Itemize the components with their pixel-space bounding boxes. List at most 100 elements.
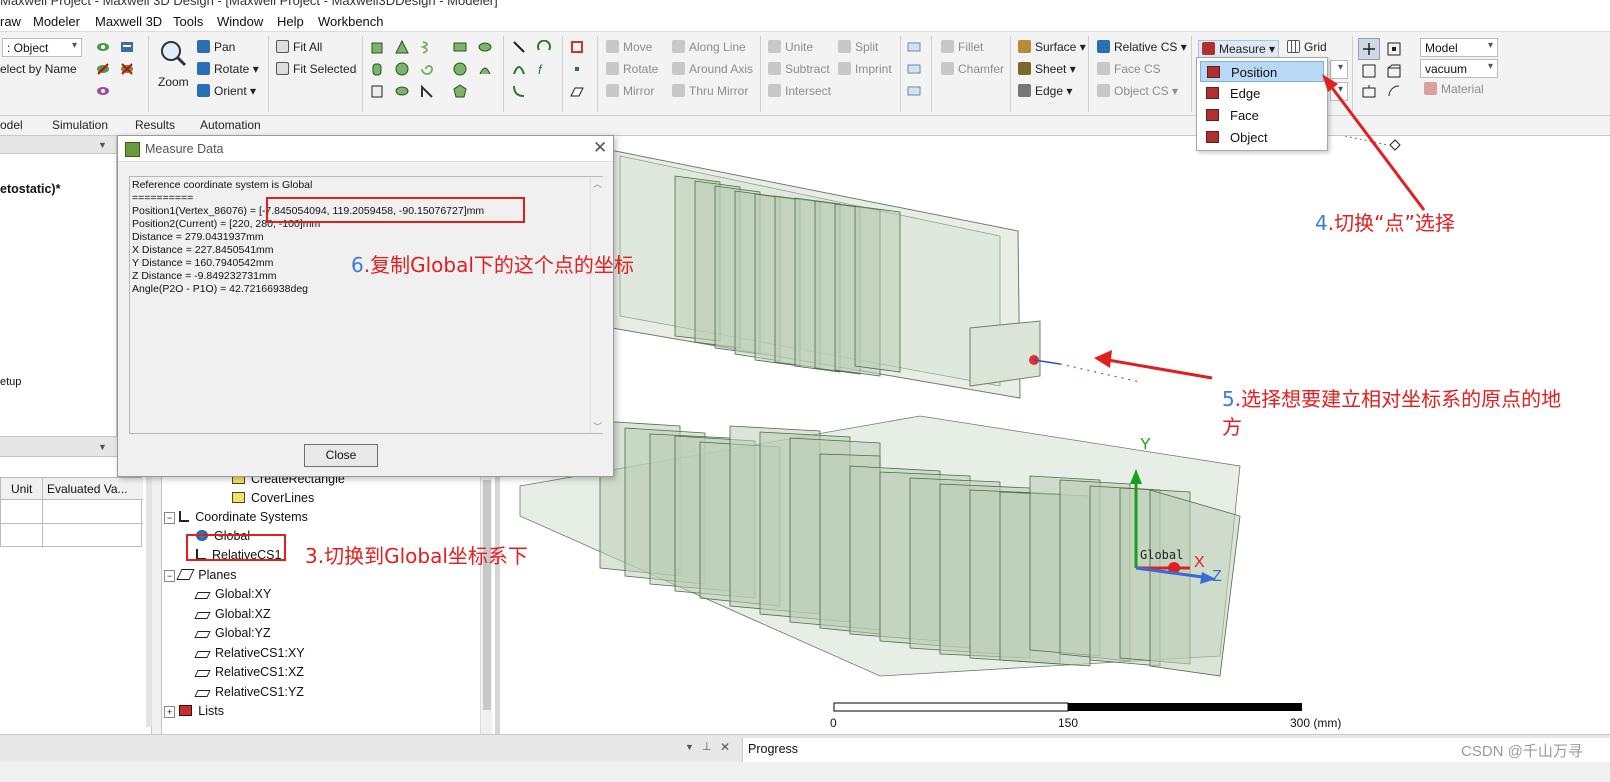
tab-automation[interactable]: Automation bbox=[200, 118, 261, 132]
rotate-view-button[interactable]: Rotate ▾ bbox=[197, 62, 259, 76]
model-combo[interactable]: Model bbox=[1420, 38, 1498, 57]
menu-modeler[interactable]: Modeler bbox=[33, 14, 80, 29]
menu-workbench[interactable]: Workbench bbox=[318, 14, 384, 29]
ellipse-icon[interactable] bbox=[478, 40, 492, 54]
measure-object-item[interactable]: Object bbox=[1200, 127, 1324, 148]
cone-icon[interactable] bbox=[395, 40, 409, 54]
measure-edge-item[interactable]: Edge bbox=[1200, 83, 1324, 104]
show-all-icon[interactable] bbox=[120, 40, 134, 54]
measure-position-item[interactable]: Position bbox=[1200, 61, 1324, 82]
select-mode-combo[interactable]: : Object bbox=[2, 38, 82, 57]
chamfer-button[interactable]: Chamfer bbox=[941, 62, 1004, 76]
pin-icon[interactable]: ⊥ bbox=[702, 740, 712, 753]
measure-button[interactable]: Measure ▾ bbox=[1198, 40, 1280, 58]
project-design-label[interactable]: etostatic)* bbox=[0, 182, 60, 196]
region-icon[interactable] bbox=[570, 40, 584, 54]
dialog-close-icon[interactable]: ✕ bbox=[593, 138, 607, 158]
pan-button[interactable]: Pan bbox=[197, 40, 235, 54]
grid-combo[interactable] bbox=[1330, 60, 1348, 79]
edge-button[interactable]: Edge ▾ bbox=[1018, 84, 1072, 98]
measure-face-item[interactable]: Face bbox=[1200, 105, 1324, 126]
tree-item-lists[interactable]: + Lists bbox=[164, 704, 224, 718]
arc-icon[interactable] bbox=[537, 40, 551, 54]
polygon-icon[interactable] bbox=[453, 84, 467, 98]
expand-icon[interactable]: + bbox=[164, 706, 176, 718]
cylinder-icon[interactable] bbox=[370, 62, 384, 76]
face-cs-button[interactable]: Face CS bbox=[1097, 62, 1161, 76]
hide-icon[interactable] bbox=[96, 62, 110, 76]
connect-icon[interactable] bbox=[907, 62, 921, 76]
circle-icon[interactable] bbox=[453, 62, 467, 76]
menu-draw[interactable]: raw bbox=[0, 14, 21, 29]
grid-button[interactable]: Grid bbox=[1287, 40, 1327, 54]
fit-selected-button[interactable]: Fit Selected bbox=[276, 62, 356, 76]
sphere-icon[interactable] bbox=[395, 62, 409, 76]
setup-label[interactable]: etup bbox=[0, 376, 21, 388]
tree-item-plane[interactable]: RelativeCS1:YZ bbox=[194, 685, 304, 699]
relative-cs-button[interactable]: Relative CS ▾ bbox=[1097, 40, 1187, 54]
equation-surface-icon[interactable] bbox=[478, 62, 492, 76]
unite-button[interactable]: Unite bbox=[768, 40, 813, 54]
tab-model[interactable]: odel bbox=[0, 118, 23, 132]
tree-item-cover-lines[interactable]: CoverLines bbox=[232, 491, 314, 505]
zoom-icon[interactable] bbox=[158, 38, 188, 68]
hide-all-icon[interactable] bbox=[120, 62, 134, 76]
panel-menu-icon[interactable]: ▼ bbox=[685, 742, 694, 752]
units-combo[interactable] bbox=[1330, 82, 1348, 101]
snap-edge-icon[interactable] bbox=[1362, 64, 1376, 78]
select-by-name-button[interactable]: elect by Name bbox=[0, 62, 77, 76]
show-icon[interactable] bbox=[96, 40, 110, 54]
mirror-button[interactable]: Mirror bbox=[606, 84, 654, 98]
panel-close-icon[interactable]: ✕ bbox=[720, 740, 730, 754]
menu-help[interactable]: Help bbox=[277, 14, 304, 29]
object-cs-button[interactable]: Object CS ▾ bbox=[1097, 84, 1178, 98]
tree-item-plane[interactable]: RelativeCS1:XY bbox=[194, 646, 305, 660]
snap-center-icon[interactable] bbox=[1362, 84, 1376, 98]
thru-mirror-button[interactable]: Thru Mirror bbox=[672, 84, 748, 98]
orient-button[interactable]: Orient ▾ bbox=[197, 84, 256, 98]
tree-item-coordinate-systems[interactable]: − Coordinate Systems bbox=[164, 510, 308, 524]
bondwire-icon[interactable] bbox=[420, 84, 434, 98]
rectangle-icon[interactable] bbox=[453, 40, 467, 54]
menu-tools[interactable]: Tools bbox=[173, 14, 203, 29]
fillet-button[interactable]: Fillet bbox=[941, 40, 983, 54]
point-icon[interactable] bbox=[570, 62, 584, 76]
menu-maxwell3d[interactable]: Maxwell 3D bbox=[95, 14, 162, 29]
torus-icon[interactable] bbox=[395, 84, 409, 98]
move-button[interactable]: Move bbox=[606, 40, 652, 54]
subtract-button[interactable]: Subtract bbox=[768, 62, 830, 76]
visibility-icon[interactable] bbox=[96, 84, 110, 98]
surface-button[interactable]: Surface ▾ bbox=[1018, 40, 1086, 54]
menu-window[interactable]: Window bbox=[217, 14, 263, 29]
material-combo[interactable]: vacuum bbox=[1420, 59, 1498, 78]
collapse-icon[interactable]: − bbox=[164, 512, 176, 524]
tree-item-planes[interactable]: − Planes bbox=[164, 568, 237, 582]
around-axis-button[interactable]: Around Axis bbox=[672, 62, 753, 76]
polyhedron-icon[interactable] bbox=[370, 84, 384, 98]
plane-icon[interactable] bbox=[570, 84, 584, 98]
sheet-button[interactable]: Sheet ▾ bbox=[1018, 62, 1076, 76]
tree-item-plane[interactable]: Global:XY bbox=[194, 587, 271, 601]
output-scrollbar[interactable]: ︿ ﹀ bbox=[590, 177, 603, 433]
properties-dropdown-icon[interactable]: ▼ bbox=[98, 442, 107, 452]
sweep-icon[interactable] bbox=[907, 40, 921, 54]
along-line-button[interactable]: Along Line bbox=[672, 40, 746, 54]
spiral-icon[interactable] bbox=[420, 62, 434, 76]
rotate-object-button[interactable]: Rotate bbox=[606, 62, 658, 76]
snap-face-icon[interactable] bbox=[1387, 64, 1401, 78]
snap-vertex-icon[interactable] bbox=[1387, 42, 1401, 56]
center-arc-icon[interactable] bbox=[512, 84, 526, 98]
intersect-button[interactable]: Intersect bbox=[768, 84, 831, 98]
snap-quadrant-icon[interactable] bbox=[1387, 84, 1401, 98]
fit-all-button[interactable]: Fit All bbox=[276, 40, 322, 54]
line-icon[interactable] bbox=[512, 40, 526, 54]
tree-item-plane[interactable]: Global:XZ bbox=[194, 607, 271, 621]
helix-icon[interactable] bbox=[420, 40, 434, 54]
tab-simulation[interactable]: Simulation bbox=[52, 118, 108, 132]
zoom-label[interactable]: Zoom bbox=[158, 75, 189, 89]
spline-icon[interactable] bbox=[512, 62, 526, 76]
close-button[interactable]: Close bbox=[304, 444, 378, 467]
material-button[interactable]: Material bbox=[1424, 82, 1484, 96]
tree-item-plane[interactable]: RelativeCS1:XZ bbox=[194, 665, 304, 679]
thicken-icon[interactable] bbox=[907, 84, 921, 98]
